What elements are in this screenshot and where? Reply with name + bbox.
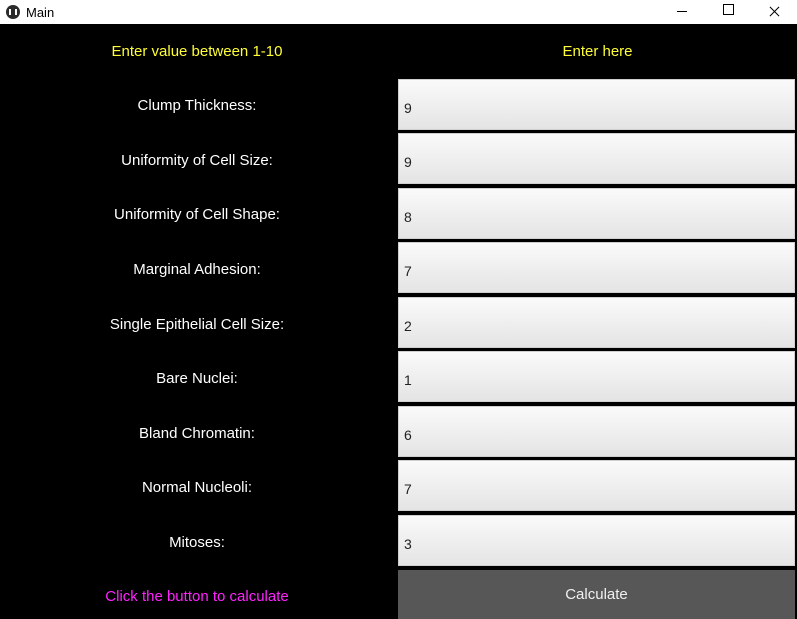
cell-size-uniformity-input[interactable] bbox=[398, 133, 795, 184]
form-area: Enter value between 1-10 Enter here Clum… bbox=[0, 24, 797, 619]
clump-thickness-label: Clump Thickness: bbox=[137, 97, 257, 114]
epithelial-cell-size-label: Single Epithelial Cell Size: bbox=[109, 316, 285, 333]
window-title: Main bbox=[26, 4, 55, 20]
bland-chromatin-input[interactable] bbox=[398, 406, 795, 457]
calculate-hint-label: Click the button to calculate bbox=[105, 588, 289, 605]
cell-shape-uniformity-label: Uniformity of Cell Shape: bbox=[114, 206, 280, 223]
clump-thickness-input[interactable] bbox=[398, 79, 795, 130]
marginal-adhesion-input[interactable] bbox=[398, 242, 795, 293]
bare-nuclei-label: Bare Nuclei: bbox=[156, 370, 238, 387]
mitoses-input[interactable] bbox=[398, 515, 795, 566]
instruction-label: Enter value between 1-10 bbox=[111, 43, 283, 60]
bare-nuclei-input[interactable] bbox=[398, 351, 795, 402]
bland-chromatin-label: Bland Chromatin: bbox=[139, 425, 255, 442]
app-icon bbox=[6, 5, 20, 19]
enter-here-label: Enter here bbox=[562, 43, 633, 60]
cell-size-uniformity-label: Uniformity of Cell Size: bbox=[121, 152, 273, 169]
maximize-icon[interactable] bbox=[705, 0, 751, 24]
window-controls bbox=[659, 0, 797, 24]
title-bar[interactable]: Main bbox=[0, 0, 797, 24]
marginal-adhesion-label: Marginal Adhesion: bbox=[133, 261, 261, 278]
normal-nucleoli-input[interactable] bbox=[398, 460, 795, 511]
close-icon[interactable] bbox=[751, 0, 797, 24]
calculate-button[interactable]: Calculate bbox=[398, 570, 795, 619]
main-window: Main Enter value between 1-10 Enter here… bbox=[0, 0, 797, 619]
normal-nucleoli-label: Normal Nucleoli: bbox=[141, 479, 253, 496]
mitoses-label: Mitoses: bbox=[169, 534, 225, 551]
epithelial-cell-size-input[interactable] bbox=[398, 297, 795, 348]
minimize-icon[interactable] bbox=[659, 0, 705, 24]
cell-shape-uniformity-input[interactable] bbox=[398, 188, 795, 239]
